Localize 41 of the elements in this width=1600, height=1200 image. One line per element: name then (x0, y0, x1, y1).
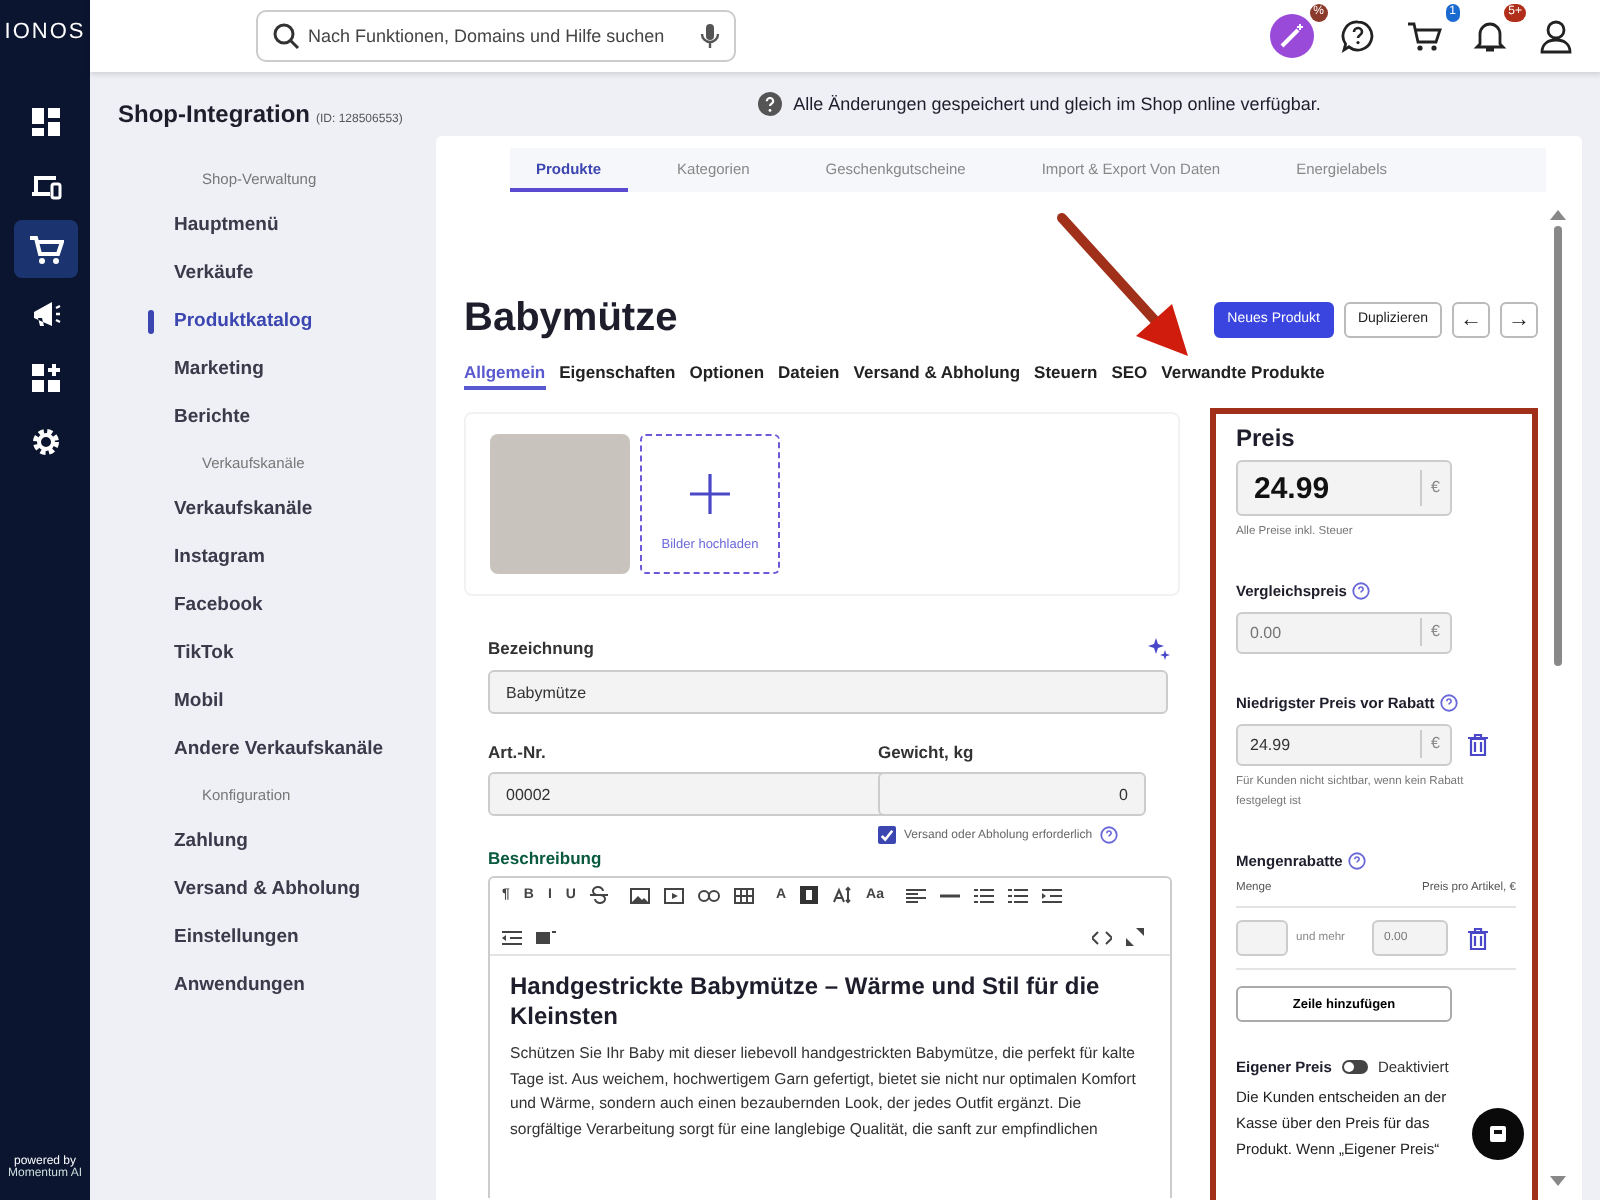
sidebar-item[interactable]: Andere Verkaufskanäle (118, 726, 436, 774)
price-heading: Preis (1236, 424, 1297, 452)
shop-title: Shop-Integration (118, 100, 310, 128)
sidebar-item[interactable]: Verkäufe (118, 250, 436, 298)
sidebar-item[interactable]: Berichte (118, 394, 436, 442)
tab[interactable]: Versand & Abholung (853, 362, 1021, 390)
currency-label: € (1419, 470, 1450, 506)
field-label: Gewicht, kg (878, 742, 976, 762)
currency-label: € (1419, 730, 1450, 758)
product-title: Babymütze (464, 296, 678, 342)
sidebar-item[interactable]: Instagram (118, 534, 436, 582)
sidebar-item[interactable]: Marketing (118, 346, 436, 394)
tab[interactable]: Allgemein (464, 362, 546, 390)
weight-field[interactable]: 0 (878, 772, 1146, 816)
sidebar-item[interactable]: Zahlung (118, 818, 436, 866)
sidebar-item[interactable]: Produktkatalog (118, 298, 436, 346)
tab[interactable]: SEO (1111, 362, 1148, 390)
field-label: Art.-Nr. (488, 742, 548, 762)
sidebar-item[interactable]: TikTok (118, 630, 436, 678)
field-label: Beschreibung (488, 848, 604, 868)
sidebar-item[interactable]: Anwendungen (118, 962, 436, 1010)
description-heading: Handgestrickte Babymütze – Wärme und Stil für die Kleinsten (510, 972, 1102, 1032)
previous-button[interactable]: ← (1452, 301, 1490, 337)
currency-label: € (1419, 618, 1450, 646)
sidebar-item[interactable]: Einstellungen (118, 914, 436, 962)
logo[interactable]: IONOS (4, 20, 86, 44)
tab[interactable]: Dateien (778, 362, 840, 390)
field-label: Bezeichnung (488, 638, 594, 658)
sidebar-item[interactable]: Verkaufskanäle (118, 486, 436, 534)
next-button[interactable]: → (1500, 301, 1538, 337)
sidebar-item[interactable]: Hauptmenü (118, 202, 436, 250)
sidebar-item[interactable]: Facebook (118, 582, 436, 630)
tab[interactable]: Steuern (1034, 362, 1098, 390)
sidebar-item[interactable]: Versand & Abholung (118, 866, 436, 914)
tab[interactable]: Verwandte Produkte (1161, 362, 1325, 390)
sidebar-item[interactable]: Mobil (118, 678, 436, 726)
name-field[interactable]: Babymütze (488, 670, 1168, 714)
tab[interactable]: Optionen (689, 362, 765, 390)
search-field[interactable]: Nach Funktionen, Domains und Hilfe suchen (256, 10, 736, 62)
tab[interactable]: Eigenschaften (559, 362, 676, 390)
save-status-text: Alle Änderungen gespeichert und gleich im Shop online verfügbar. (793, 94, 1321, 114)
